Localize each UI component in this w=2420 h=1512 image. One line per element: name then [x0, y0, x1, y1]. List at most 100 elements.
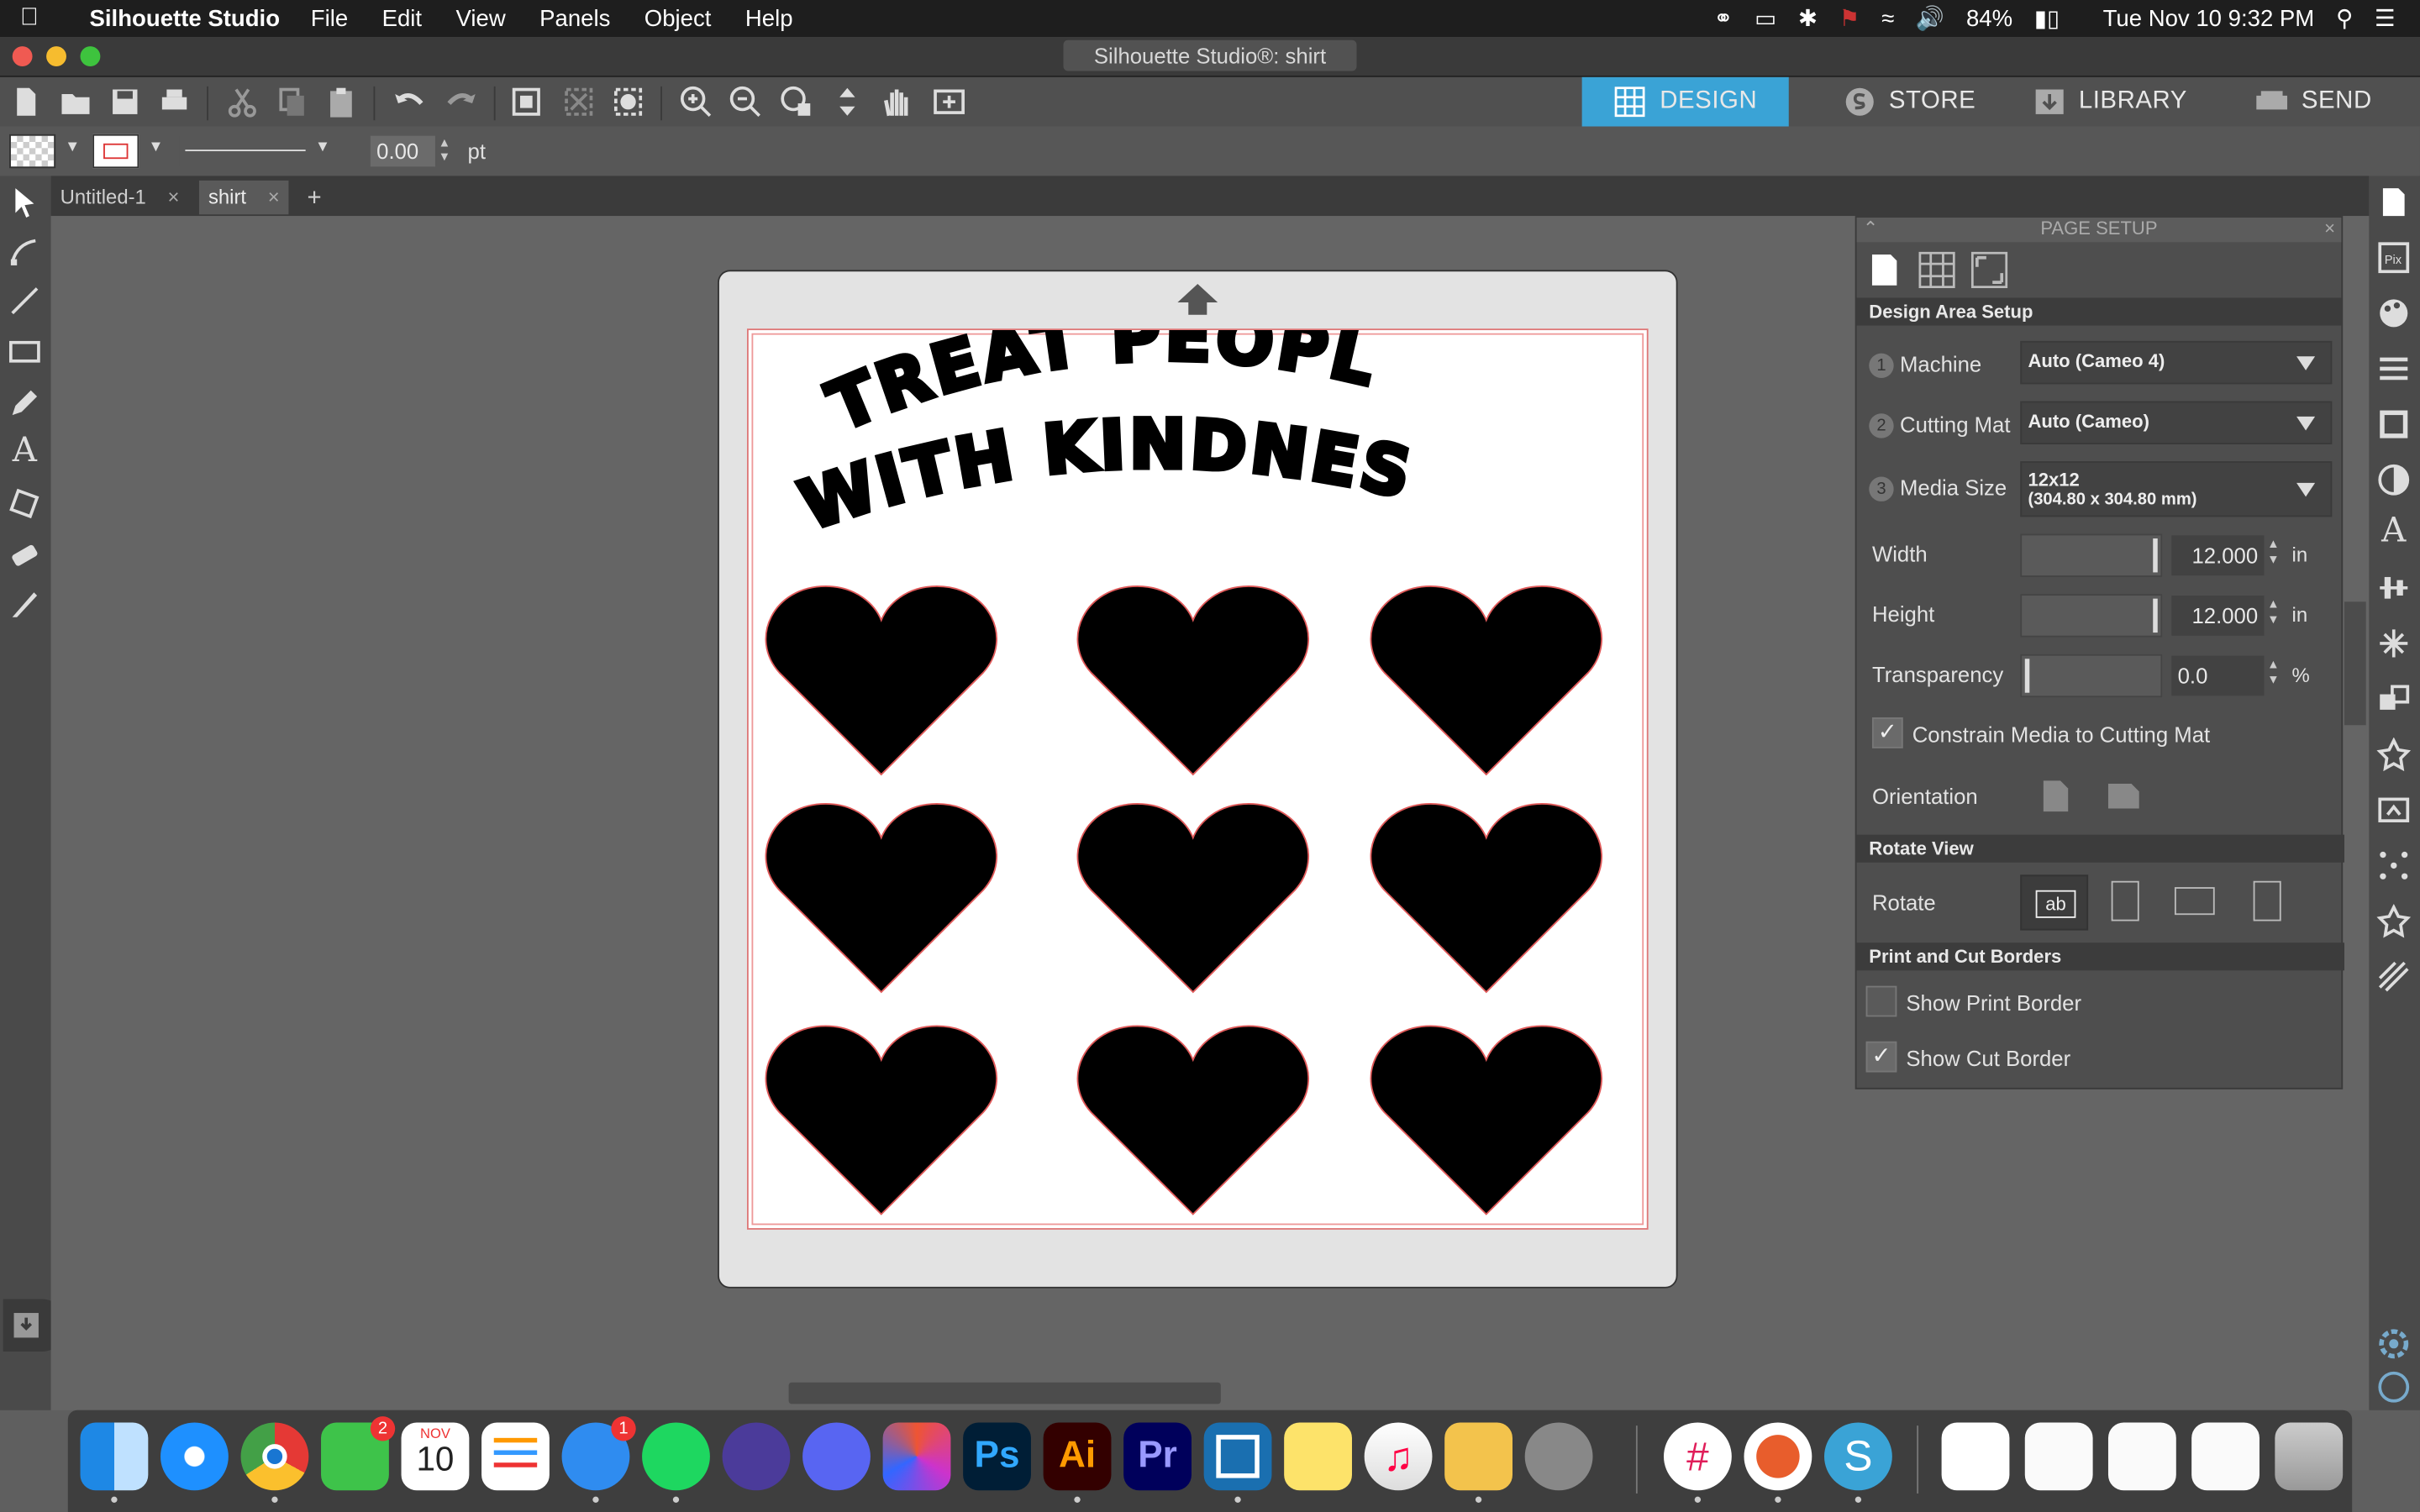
wifi-icon[interactable]: ≈ [1881, 5, 1894, 31]
creative-cloud-app-icon[interactable] [882, 1422, 951, 1491]
transform-icon[interactable] [2377, 627, 2411, 660]
premiere-icon[interactable]: Pr [1123, 1422, 1192, 1491]
line-style-select[interactable]: ▼ [179, 135, 337, 167]
text-style-icon[interactable]: A [2377, 515, 2411, 549]
nav-design[interactable]: DESIGN [1581, 76, 1789, 127]
rectangle-tool-icon[interactable] [8, 335, 41, 369]
paste-icon[interactable] [324, 85, 358, 118]
heart-shape[interactable] [1370, 585, 1603, 775]
hearts-file-thumbnail[interactable] [1941, 1422, 2010, 1491]
constrain-checkbox[interactable]: ✓ [1871, 717, 1903, 748]
heart-shape[interactable] [1076, 585, 1310, 775]
pen-app-icon[interactable] [1744, 1422, 1812, 1503]
chrome-icon[interactable] [240, 1422, 309, 1503]
battery-icon[interactable]: ▮▯ [2034, 5, 2060, 33]
rotate-270-button[interactable] [2249, 878, 2286, 927]
machine-select[interactable]: Auto (Cameo 4) [2020, 340, 2333, 385]
music-icon[interactable]: ♫ [1364, 1422, 1433, 1491]
fill-dropdown-caret[interactable]: ▼ [65, 139, 80, 155]
nav-send[interactable]: SEND [2207, 77, 2420, 127]
print-icon[interactable] [157, 85, 191, 118]
sketch-lines-icon[interactable] [2377, 959, 2411, 993]
collapse-panel-icon[interactable]: ⌃ [1863, 218, 1878, 239]
fit-to-page-icon[interactable] [830, 85, 864, 118]
stroke-dropdown-caret[interactable]: ▼ [148, 139, 163, 155]
add-page-icon[interactable] [932, 85, 965, 118]
portrait-orientation-icon[interactable] [2042, 780, 2070, 813]
knife-tool-icon[interactable] [8, 586, 41, 620]
nav-library[interactable]: LIBRARY [2007, 77, 2213, 127]
spotify-icon[interactable] [642, 1422, 710, 1503]
offset-icon[interactable] [2377, 793, 2411, 827]
gradient-icon[interactable] [2377, 463, 2411, 496]
show-print-border-checkbox[interactable] [1865, 985, 1897, 1017]
heart-shape[interactable] [1370, 1025, 1603, 1215]
document-thumbnail-1[interactable] [2024, 1422, 2093, 1491]
show-cut-border-checkbox[interactable]: ✓ [1865, 1041, 1897, 1073]
media-page[interactable]: TREAT PEOPLE WITH KINDNESS [746, 328, 1649, 1230]
replicate-icon[interactable] [2377, 682, 2411, 716]
document-thumbnail-2[interactable] [2107, 1422, 2176, 1491]
safari-icon[interactable] [160, 1422, 229, 1491]
page-setup-panel-icon[interactable] [2377, 185, 2411, 218]
rotate-90-button[interactable] [2107, 878, 2144, 927]
trash-icon[interactable] [2275, 1422, 2344, 1491]
new-file-icon[interactable] [9, 85, 43, 118]
menu-panels[interactable]: Panels [539, 5, 610, 31]
modify-star-icon[interactable] [2376, 737, 2411, 772]
zoom-out-icon[interactable] [729, 85, 762, 118]
volume-icon[interactable]: 🔊 [1916, 5, 1944, 33]
point-edit-icon[interactable] [8, 234, 41, 268]
horizontal-scrollbar[interactable] [788, 1382, 1221, 1404]
height-slider[interactable] [2020, 594, 2163, 638]
vertical-scrollbar[interactable] [2344, 601, 2366, 726]
control-center-icon[interactable]: ☰ [2375, 5, 2396, 33]
ungroup-icon[interactable] [562, 85, 596, 118]
landscape-orientation-icon[interactable] [2107, 782, 2140, 810]
spotlight-icon[interactable]: ⚲ [2336, 5, 2353, 33]
page-tab-icon[interactable] [1866, 251, 1903, 288]
creative-cloud-icon[interactable]: ⚭ [1713, 5, 1733, 33]
photoshop-icon[interactable]: Ps [963, 1422, 1031, 1491]
group-icon[interactable] [509, 85, 543, 118]
menu-file[interactable]: File [311, 5, 348, 31]
cutting-mat-select[interactable]: Auto (Cameo) [2020, 401, 2333, 444]
fill-color-palette-icon[interactable] [2377, 297, 2411, 330]
fill-swatch[interactable] [9, 134, 56, 169]
undo-icon[interactable] [392, 85, 426, 118]
nav-store[interactable]: STORE [1806, 77, 2012, 127]
facetime-icon[interactable]: 2 [321, 1416, 396, 1491]
width-input[interactable]: 12.000 [2171, 535, 2265, 576]
line-width-input[interactable]: 0.00 [370, 135, 435, 167]
copy-icon[interactable] [275, 85, 308, 118]
calendar-icon[interactable]: NOV 10 [401, 1422, 470, 1491]
grid-tab-icon[interactable] [1918, 251, 1955, 289]
heart-shape[interactable] [765, 585, 998, 775]
close-tab-icon[interactable]: × [168, 185, 180, 208]
align-icon[interactable] [2377, 571, 2411, 605]
transparency-input[interactable]: 0.0 [2171, 655, 2265, 696]
fill-pattern-icon[interactable] [2377, 407, 2411, 441]
add-tab-button[interactable]: + [297, 181, 330, 214]
tab-untitled-1[interactable]: Untitled-1 × [51, 181, 189, 214]
width-stepper[interactable]: ▲ ▼ [2267, 537, 2280, 568]
finder-icon[interactable] [80, 1422, 149, 1503]
tab-shirt[interactable]: shirt × [198, 180, 289, 215]
line-width-stepper[interactable]: ▲ ▼ [439, 136, 451, 164]
stroke-swatch[interactable] [92, 134, 139, 169]
media-size-select[interactable]: 12x12 (304.80 x 304.80 mm) [2020, 461, 2333, 517]
menu-edit[interactable]: Edit [382, 5, 422, 31]
bluetooth-icon[interactable]: ✱ [1798, 5, 1818, 33]
close-panel-icon[interactable]: × [2324, 218, 2335, 239]
close-tab-icon[interactable]: × [268, 185, 280, 208]
flag-icon[interactable]: ⚑ [1839, 5, 1860, 33]
apple-icon[interactable]:  [0, 5, 59, 33]
line-tool-icon[interactable] [8, 284, 41, 318]
pan-hand-icon[interactable] [880, 85, 913, 118]
menu-view[interactable]: View [455, 5, 505, 31]
zoom-selected-icon[interactable] [780, 85, 813, 118]
heart-shape[interactable] [1076, 1025, 1310, 1215]
zoom-in-icon[interactable] [679, 85, 713, 118]
pages-icon[interactable] [1444, 1422, 1512, 1503]
trace-dots-icon[interactable] [2377, 848, 2411, 882]
